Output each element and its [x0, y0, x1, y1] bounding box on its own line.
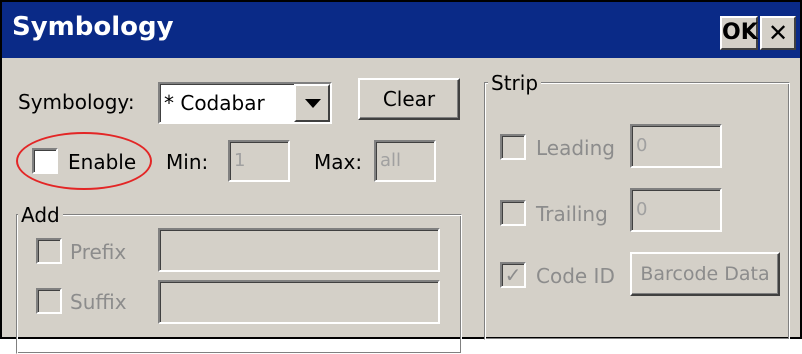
trailing-checkbox[interactable]	[500, 200, 526, 226]
window-title: Symbology	[12, 12, 174, 42]
prefix-checkbox[interactable]	[36, 238, 62, 264]
dialog-content: Symbology: * Codabar Clear Enable Min: 1…	[2, 60, 800, 354]
min-field[interactable]: 1	[228, 140, 290, 182]
suffix-input[interactable]	[158, 280, 440, 324]
suffix-checkbox[interactable]	[36, 288, 62, 314]
leading-label: Leading	[536, 136, 615, 160]
barcode-data-button[interactable]: Barcode Data	[630, 252, 780, 296]
suffix-label: Suffix	[70, 290, 127, 314]
title-bar: Symbology OK ✕	[2, 2, 800, 58]
symbology-label: Symbology:	[18, 90, 135, 114]
trailing-field[interactable]: 0	[630, 188, 722, 232]
code-id-label: Code ID	[536, 264, 615, 288]
chevron-down-icon	[305, 99, 321, 108]
dropdown-toggle[interactable]	[294, 84, 330, 122]
enable-label: Enable	[68, 150, 137, 174]
leading-checkbox[interactable]	[500, 134, 526, 160]
strip-group-title: Strip	[488, 71, 542, 95]
max-value: all	[380, 150, 402, 171]
leading-field[interactable]: 0	[630, 124, 722, 168]
trailing-value: 0	[636, 199, 648, 220]
symbology-dropdown[interactable]: * Codabar	[158, 82, 332, 124]
min-label: Min:	[166, 150, 209, 174]
close-button[interactable]: ✕	[760, 16, 796, 50]
symbology-dialog: Symbology OK ✕ Symbology: * Codabar Clea…	[0, 0, 802, 354]
symbology-selected: * Codabar	[164, 91, 265, 115]
enable-checkbox[interactable]	[32, 148, 58, 174]
max-field[interactable]: all	[374, 140, 436, 182]
min-value: 1	[234, 150, 246, 171]
code-id-checkbox[interactable]: ✓	[500, 262, 526, 288]
close-icon: ✕	[767, 19, 789, 47]
clear-button[interactable]: Clear	[358, 78, 460, 120]
prefix-input[interactable]	[158, 228, 440, 272]
ok-button[interactable]: OK	[720, 16, 758, 50]
trailing-label: Trailing	[536, 202, 608, 226]
prefix-label: Prefix	[70, 240, 127, 264]
leading-value: 0	[636, 135, 648, 156]
max-label: Max:	[314, 150, 363, 174]
add-group-title: Add	[18, 203, 63, 227]
checkmark-icon: ✓	[504, 263, 522, 287]
